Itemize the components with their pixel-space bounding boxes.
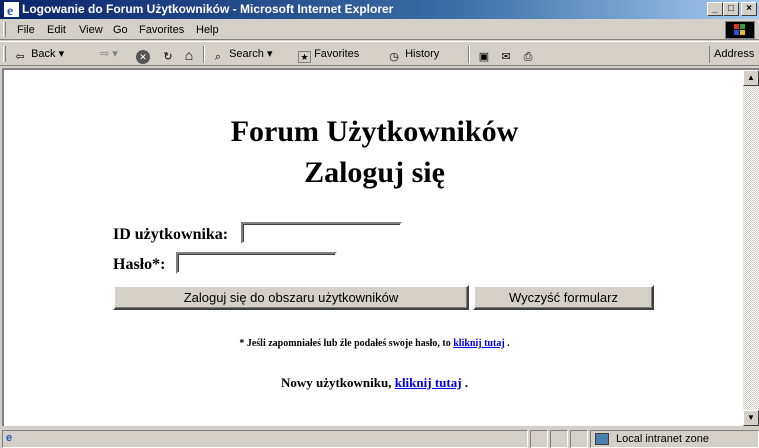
page-viewport: Forum Użytkowników Zaloguj się ID użytko…: [2, 68, 759, 426]
new-user-end: .: [464, 375, 469, 390]
stop-icon: ✕: [136, 50, 150, 64]
menu-file[interactable]: File: [17, 22, 35, 38]
status-panel: [570, 430, 588, 448]
forward-button[interactable]: ⇨ ▾: [100, 46, 118, 63]
ie-logo-icon: e: [4, 2, 19, 19]
zone-label: Local intranet zone: [616, 433, 709, 445]
search-dropdown-icon: ▾: [266, 48, 273, 60]
status-bar: e Local intranet zone: [0, 428, 759, 448]
toolbar-separator: [203, 46, 205, 63]
history-button[interactable]: ◷ History: [386, 46, 439, 63]
user-id-label: ID użytkownika:: [113, 226, 229, 243]
page-title-line2: Zaloguj się: [304, 156, 445, 189]
status-text-panel: e: [2, 430, 528, 448]
minimize-button[interactable]: _: [707, 2, 723, 16]
login-button[interactable]: Zaloguj się do obszaru użytkowników: [113, 285, 469, 310]
svg-text:e: e: [7, 4, 13, 17]
clear-form-button[interactable]: Wyczyść formularz: [473, 285, 654, 310]
standard-toolbar: ⇦ Back ▾ ⇨ ▾ ✕ ↻ ⌂ ⌕ Search ▾ ★ Favorite…: [0, 41, 759, 66]
print-button[interactable]: ⎙: [520, 46, 536, 63]
scroll-up-arrow-icon[interactable]: ▲: [743, 70, 759, 86]
refresh-icon: ↻: [163, 51, 173, 63]
forgot-password-end: .: [507, 338, 510, 349]
search-icon: ⌕: [214, 51, 222, 63]
close-button[interactable]: ×: [741, 2, 757, 16]
favorites-button[interactable]: ★ Favorites: [298, 46, 359, 63]
user-id-input[interactable]: [241, 222, 402, 244]
forgot-password-text: * Jeśli zapomniałeś lub źle podałeś swoj…: [239, 338, 451, 349]
toolbar-grip[interactable]: [3, 46, 6, 62]
toolbar-separator: [468, 46, 470, 63]
window-title: Logowanie do Forum Użytkowników - Micros…: [22, 2, 394, 16]
menu-help[interactable]: Help: [196, 22, 219, 38]
fullscreen-icon: ▣: [478, 51, 490, 63]
history-clock-icon: ◷: [389, 51, 399, 63]
vertical-scrollbar[interactable]: ▲ ▼: [743, 70, 759, 426]
menu-go[interactable]: Go: [113, 22, 128, 38]
forward-dropdown-icon: ▾: [112, 48, 118, 60]
menu-bar: File Edit View Go Favorites Help: [0, 19, 759, 40]
window-titlebar[interactable]: e Logowanie do Forum Użytkowników - Micr…: [0, 0, 759, 19]
home-button[interactable]: ⌂: [181, 46, 197, 63]
menu-edit[interactable]: Edit: [47, 22, 66, 38]
zone-panel: Local intranet zone: [590, 430, 759, 448]
page-title-line1: Forum Użytkowników: [230, 115, 519, 148]
page-status-icon: e: [6, 432, 13, 444]
maximize-button[interactable]: □: [723, 2, 739, 16]
windows-logo-throbber: [725, 21, 755, 39]
scroll-down-arrow-icon[interactable]: ▼: [743, 410, 759, 426]
address-bar-label[interactable]: Address: [709, 46, 754, 63]
new-user-link[interactable]: kliknij tutaj: [395, 375, 462, 390]
menubar-grip[interactable]: [3, 22, 6, 37]
new-user-line: Nowy użytkowniku, kliknij tutaj .: [4, 375, 745, 391]
status-panel: [530, 430, 548, 448]
intranet-zone-icon: [595, 433, 609, 445]
forgot-password-link[interactable]: kliknij tutaj: [453, 338, 504, 349]
fullscreen-button[interactable]: ▣: [476, 46, 492, 63]
home-icon: ⌂: [184, 47, 194, 63]
back-button[interactable]: ⇦ Back ▾: [12, 46, 64, 63]
forgot-password-note: * Jeśli zapomniałeś lub źle podałeś swoj…: [4, 338, 745, 349]
new-user-text: Nowy użytkowniku,: [280, 375, 392, 390]
mail-icon: ✉: [501, 51, 511, 63]
password-label: Hasło*:: [113, 256, 166, 273]
password-input[interactable]: [176, 252, 337, 274]
favorites-star-icon: ★: [298, 51, 311, 63]
print-icon: ⎙: [523, 51, 533, 63]
back-dropdown-icon: ▾: [58, 48, 65, 60]
mail-button[interactable]: ✉: [498, 46, 514, 63]
menu-favorites[interactable]: Favorites: [139, 22, 184, 38]
refresh-button[interactable]: ↻: [160, 46, 176, 63]
menu-view[interactable]: View: [79, 22, 103, 38]
status-panel: [550, 430, 568, 448]
stop-button[interactable]: ✕: [136, 46, 150, 64]
search-button[interactable]: ⌕ Search ▾: [210, 46, 273, 63]
back-arrow-icon: ⇦: [15, 51, 25, 63]
